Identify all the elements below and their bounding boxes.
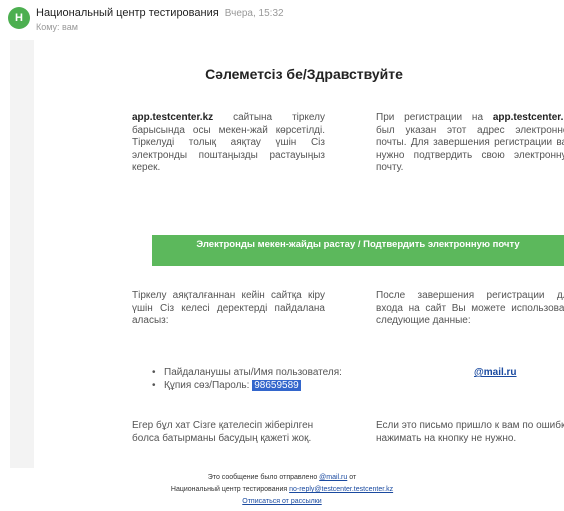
list-item: • Пайдаланушы аты/Имя пользователя: @mai…	[152, 366, 564, 379]
password-row: Құпия сөз/Пароль: 98659589	[164, 379, 301, 392]
username-label: Пайдаланушы аты/Имя пользователя:	[164, 367, 342, 378]
sender-name-text: Национальный центр тестирования	[36, 7, 219, 19]
greeting-heading: Сәлеметсіз бе/Здравствуйте	[205, 66, 403, 82]
footer-line-1: Это сообщение было отправлено @mail.ru о…	[0, 472, 564, 484]
footer-line-2: Национальный центр тестирования no-reply…	[0, 484, 564, 496]
email-time: Вчера, 15:32	[224, 8, 284, 19]
ru-error-paragraph: Если это письмо пришло к вам по ошибке, …	[376, 420, 564, 444]
footer-sent-text: Это сообщение было отправлено	[207, 474, 318, 481]
footer-line-3: Отписаться от рассылки	[0, 496, 564, 508]
ru-intro-text-1: При регистрации на	[376, 112, 493, 123]
password-label: Құпия сөз/Пароль:	[164, 380, 250, 391]
footer-recipient-link[interactable]: @mail.ru	[319, 474, 347, 481]
sender-avatar[interactable]: Н	[8, 7, 30, 29]
email-body-frame: Сәлеметсіз бе/Здравствуйте app.testcente…	[10, 40, 564, 468]
sender-name[interactable]: Национальный центр тестирования Вчера, 1…	[36, 7, 284, 19]
credentials-list: • Пайдаланушы аты/Имя пользователя: @mai…	[152, 366, 564, 392]
bullet-icon: •	[152, 367, 156, 378]
ru-intro-site: app.testcenter.kz	[492, 112, 564, 123]
kz-intro-site: app.testcenter.kz	[132, 112, 214, 123]
recipient-line[interactable]: Кому: вам	[36, 22, 78, 32]
password-value[interactable]: 98659589	[252, 380, 301, 391]
kz-after-paragraph: Тіркелу аяқталғаннан кейін сайтқа кіру ү…	[132, 290, 325, 326]
footer-from-text: от	[349, 474, 357, 481]
kz-error-paragraph: Егер бұл хат Сізге қателесіп жіберілген …	[132, 420, 314, 444]
bullet-icon: •	[152, 380, 156, 391]
ru-after-paragraph: После завершения регистрации для входа н…	[376, 290, 564, 326]
list-item: • Құпия сөз/Пароль: 98659589	[152, 379, 564, 392]
email-card: Сәлеметсіз бе/Здравствуйте app.testcente…	[34, 40, 564, 468]
footer-sender-link[interactable]: no-reply@testcenter.testcenter.kz	[289, 486, 393, 493]
footer-org-text: Национальный центр тестирования	[170, 486, 288, 493]
kz-intro-paragraph: app.testcenter.kz сайтына тіркелу барысы…	[132, 112, 325, 175]
ru-intro-text-2: был указан этот адрес электронной почты.…	[376, 124, 564, 174]
email-footer: Это сообщение было отправлено @mail.ru о…	[0, 472, 564, 508]
unsubscribe-link[interactable]: Отписаться от рассылки	[242, 498, 321, 505]
email-header: Н Национальный центр тестирования Вчера,…	[0, 0, 564, 36]
ru-intro-paragraph: При регистрации на app.testcenter.kz был…	[376, 112, 564, 175]
username-link[interactable]: @mail.ru	[474, 366, 517, 379]
confirm-email-button[interactable]: Электронды мекен-жайды растау / Подтверд…	[152, 235, 564, 266]
